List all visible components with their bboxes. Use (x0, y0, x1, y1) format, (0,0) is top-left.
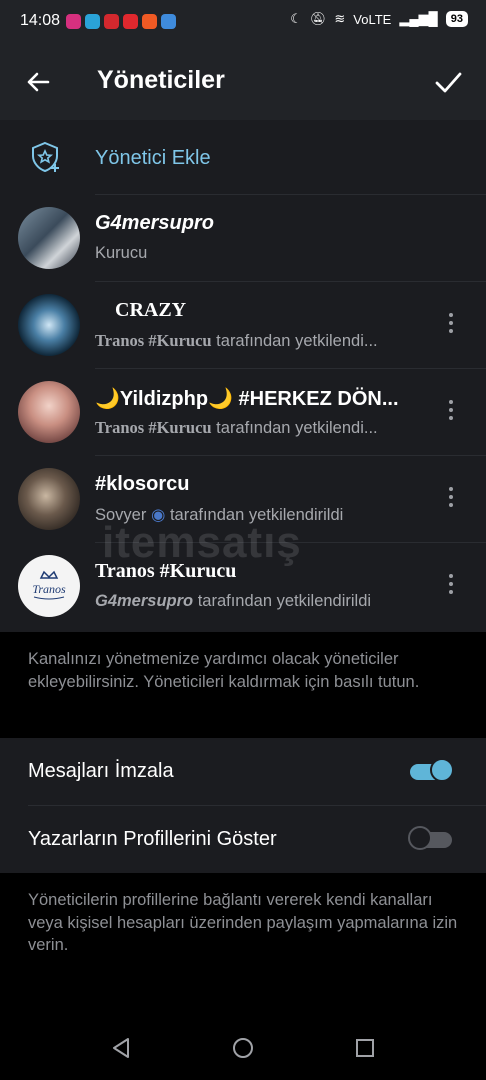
nav-recents-icon[interactable] (354, 1037, 376, 1059)
admin-name: CRAZY (115, 299, 187, 321)
admin-promoted-by: G4mersupro tarafından yetkilendirildi (95, 592, 425, 611)
reddit-icon (142, 14, 157, 29)
telegram-icon (85, 14, 100, 29)
admin-role: Kurucu (95, 244, 148, 262)
add-admin-label: Yönetici Ekle (95, 147, 211, 169)
add-admin-button[interactable]: Yönetici Ekle (0, 120, 486, 194)
status-indicators: ☾ 🔕︎ ≋ VoLTE ▂▄▆█ 93 (290, 11, 468, 27)
signal-icon: ▂▄▆█ (399, 11, 438, 26)
instagram-icon (66, 14, 81, 29)
show-profiles-toggle[interactable] (408, 826, 454, 854)
more-options-icon[interactable] (446, 400, 456, 424)
system-nav-bar (0, 1020, 486, 1080)
tranos-logo: Tranos (32, 570, 66, 600)
youtube-icon (123, 14, 138, 29)
show-profiles-label: Yazarların Profillerini Göster (28, 828, 277, 850)
show-profiles-row[interactable]: Yazarların Profillerini Göster (0, 806, 486, 873)
promoter-name: G4mersupro (95, 592, 194, 610)
admins-hint-text: Kanalınızı yönetmenize yardımcı olacak y… (28, 650, 420, 691)
confirm-check-icon[interactable] (432, 66, 464, 98)
pinterest-icon (104, 14, 119, 29)
avatar (18, 381, 80, 443)
avatar (18, 294, 80, 356)
battery-icon: 93 (445, 11, 468, 27)
sign-messages-row[interactable]: Mesajları İmzala (0, 738, 486, 805)
moon-icon: ☾ (290, 11, 302, 26)
back-arrow-icon[interactable] (22, 66, 54, 98)
page-title: Yöneticiler (97, 66, 225, 94)
avatar: Tranos (18, 555, 80, 617)
admin-row[interactable]: G4mersupro Kurucu (0, 194, 486, 281)
app-bar: Yöneticiler (0, 44, 486, 120)
admin-promoted-by: Tranos #Kurucu tarafından yetkilendi... (95, 331, 425, 351)
settings-section: Mesajları İmzala Yazarların Profillerini… (0, 738, 486, 873)
admin-name: #klosorcu (95, 473, 190, 495)
avatar (18, 207, 80, 269)
sign-messages-toggle[interactable] (408, 758, 454, 786)
status-bar: 14:08 ☾ 🔕︎ ≋ VoLTE ▂▄▆█ 93 (0, 0, 486, 44)
status-time: 14:08 (20, 12, 61, 29)
more-options-icon[interactable] (446, 313, 456, 337)
promoted-text: tarafından yetkilendi... (211, 419, 378, 437)
more-options-icon[interactable] (446, 574, 456, 598)
admin-row[interactable]: CRAZY Tranos #Kurucu tarafından yetkilen… (0, 281, 486, 368)
watermark: itemsatış (102, 518, 302, 567)
admin-row[interactable]: 🌙Yildizphp🌙 #HERKEZ DÖN... Tranos #Kuruc… (0, 368, 486, 455)
sign-messages-label: Mesajları İmzala (28, 760, 174, 782)
wifi-icon: ≋ (334, 11, 346, 26)
promoted-text: tarafından yetkilendi... (211, 332, 378, 350)
promoter-name: Tranos #Kurucu (95, 331, 212, 350)
admin-promoted-by: Tranos #Kurucu tarafından yetkilendi... (95, 418, 425, 438)
more-options-icon[interactable] (446, 487, 456, 511)
notification-icons (66, 14, 176, 29)
mute-icon: 🔕︎ (309, 11, 327, 26)
nav-back-icon[interactable] (110, 1036, 132, 1060)
promoted-text: tarafından yetkilendirildi (193, 592, 372, 610)
nav-home-icon[interactable] (231, 1036, 255, 1060)
svg-text:Tranos: Tranos (32, 582, 66, 596)
admin-name: G4mersupro (95, 212, 214, 234)
network-label: VoLTE (353, 11, 392, 27)
mail-icon (161, 14, 176, 29)
settings-hint-text: Yöneticilerin profillerine bağlantı vere… (28, 891, 458, 954)
admin-name: 🌙Yildizphp🌙 #HERKEZ DÖN... (95, 388, 399, 410)
avatar (18, 468, 80, 530)
shield-star-add-icon (32, 141, 59, 173)
promoter-name: Tranos #Kurucu (95, 418, 212, 437)
